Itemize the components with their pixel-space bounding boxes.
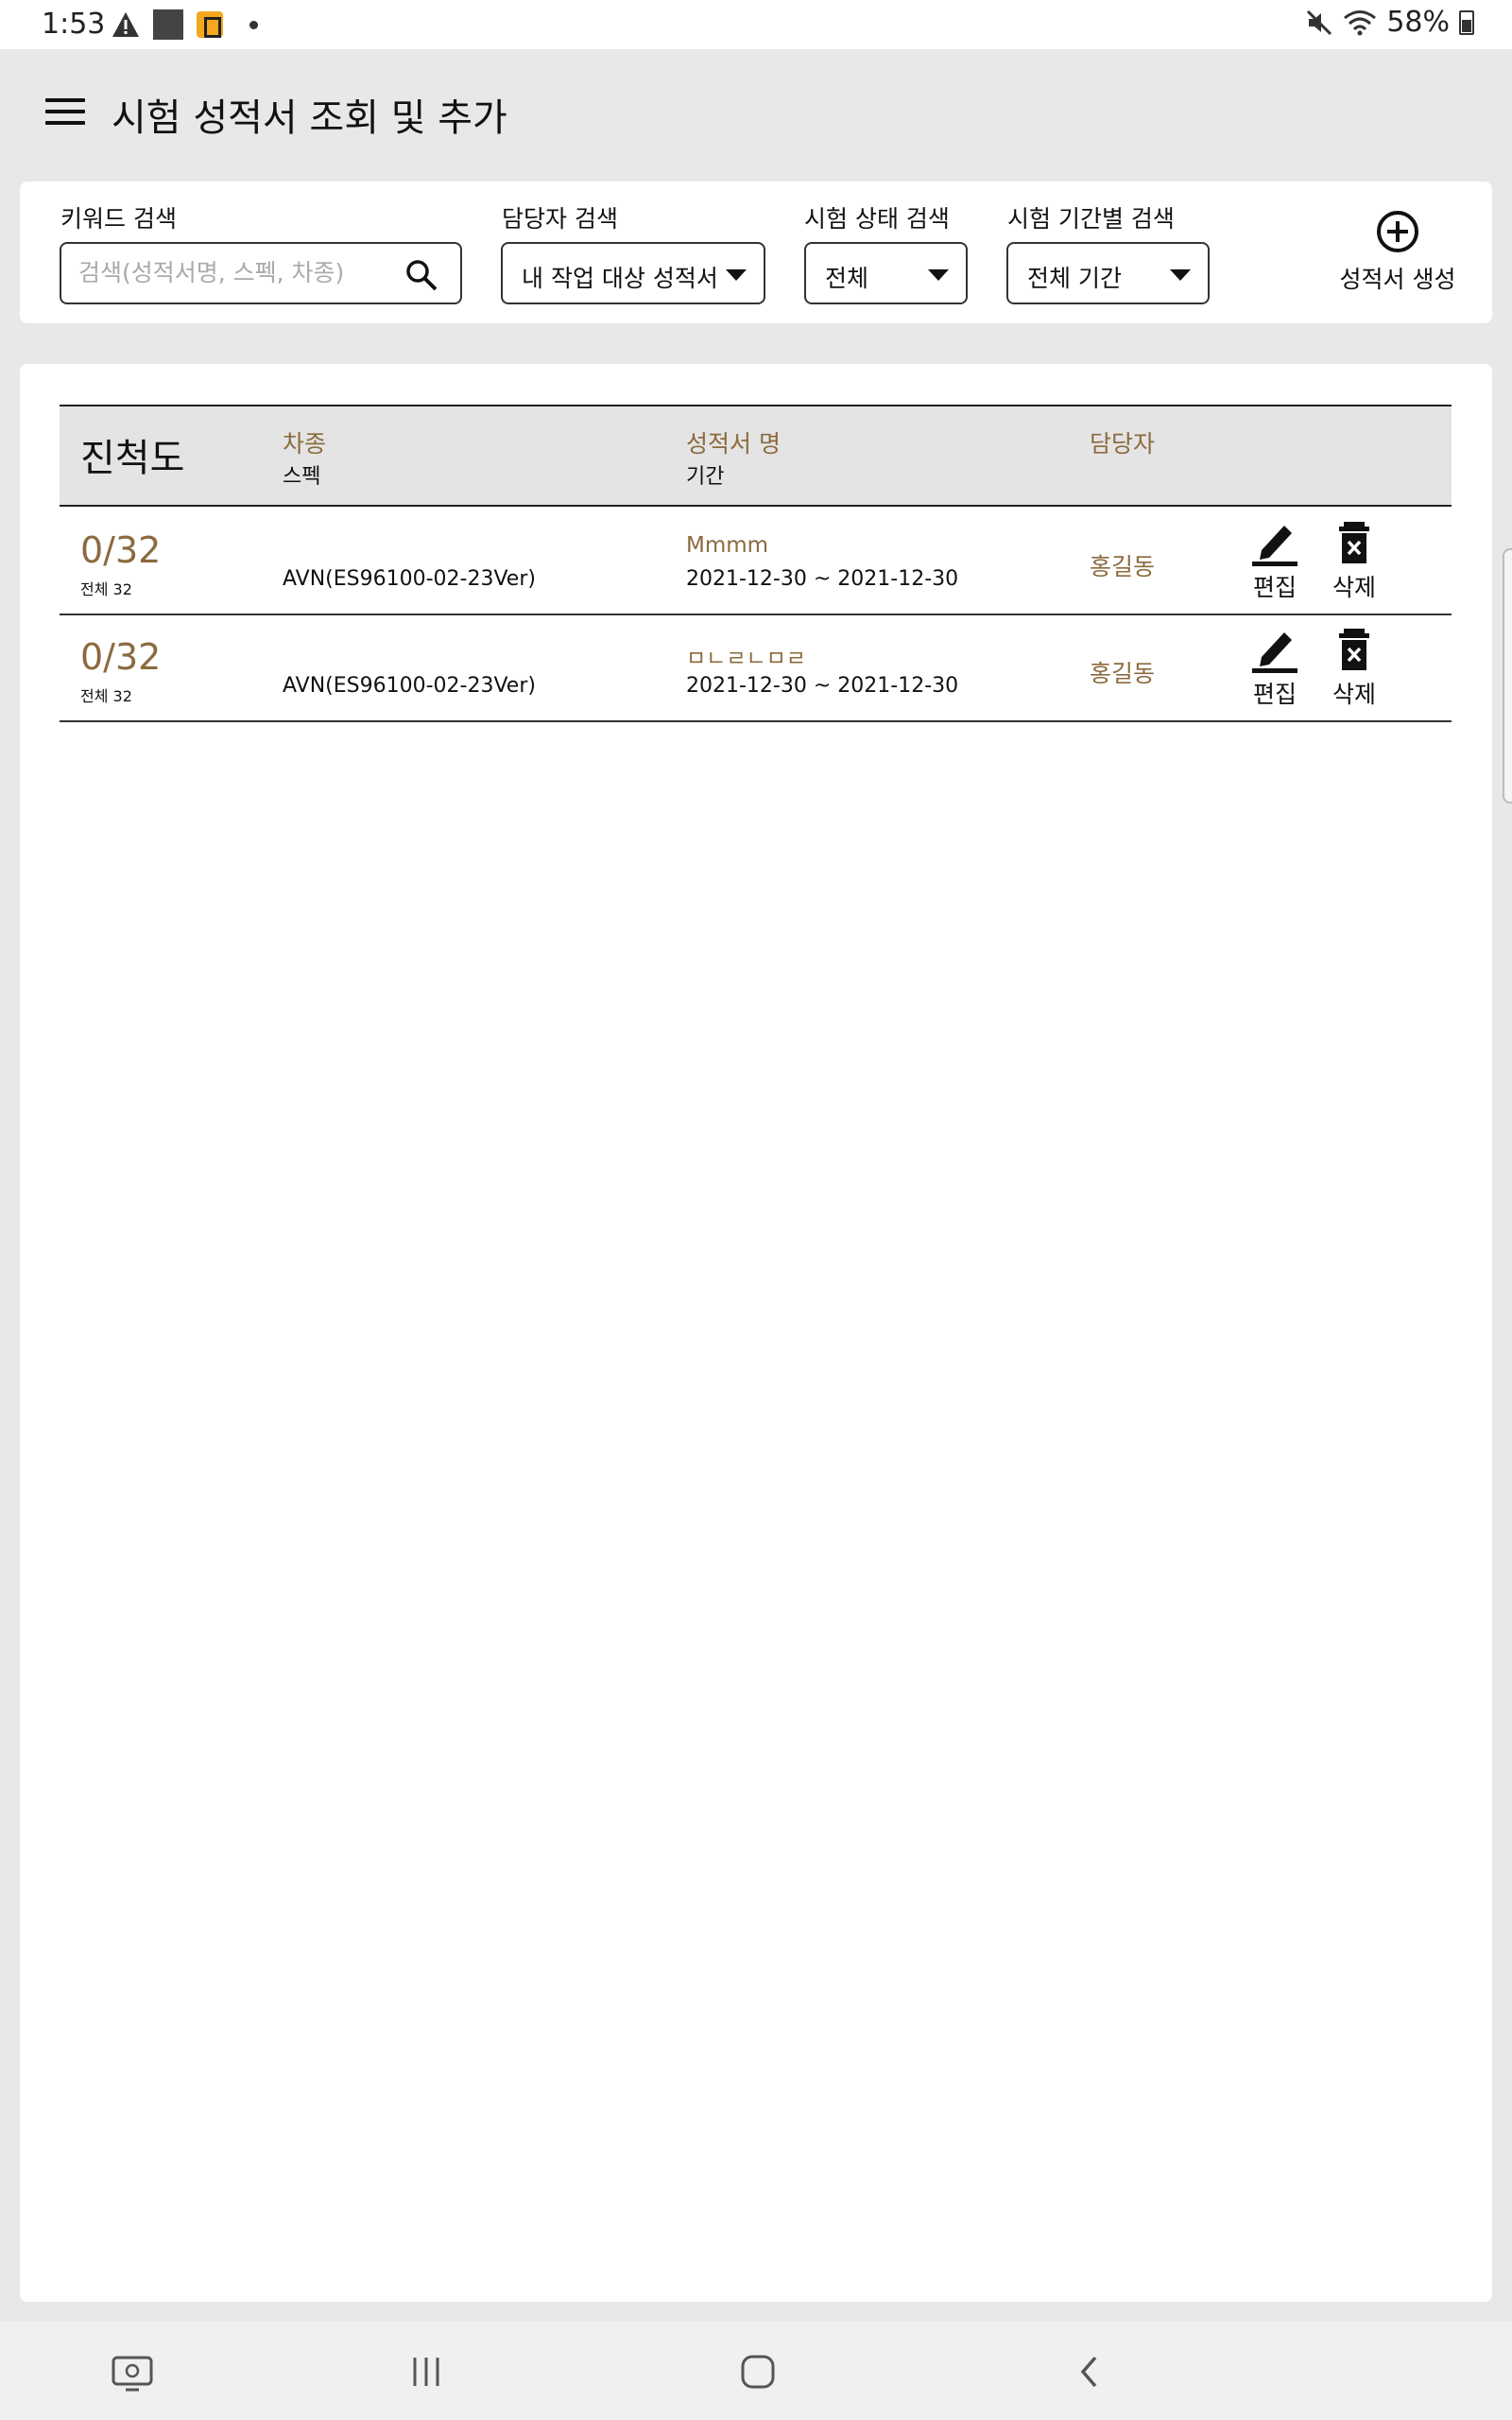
row-spec: AVN(ES96100-02-23Ver) xyxy=(283,567,536,591)
delete-label: 삭제 xyxy=(1332,681,1376,708)
system-nav-bar xyxy=(0,2322,1512,2420)
period-search-label: 시험 기간별 검색 xyxy=(1007,205,1175,233)
battery-level: 58% xyxy=(1386,6,1450,39)
row-owner: 홍길동 xyxy=(1090,553,1156,580)
delete-icon xyxy=(1339,522,1369,563)
chevron-down-icon xyxy=(928,269,949,281)
header-owner: 담당자 xyxy=(1090,430,1156,458)
status-bar: 1:53 58% xyxy=(0,0,1512,49)
status-time: 1:53 xyxy=(42,8,106,41)
recent-apps-screen-icon xyxy=(112,2356,153,2392)
back-button[interactable] xyxy=(1066,2348,1113,2395)
status-left-icons xyxy=(112,9,258,40)
warning-icon xyxy=(112,12,139,37)
edit-button[interactable]: 편집 xyxy=(1241,625,1309,710)
scroll-handle[interactable] xyxy=(1503,548,1512,804)
page-title: 시험 성적서 조회 및 추가 xyxy=(112,96,507,140)
app-square-icon xyxy=(153,9,183,40)
edit-icon xyxy=(1252,632,1297,673)
wifi-icon xyxy=(1344,9,1377,35)
row-progress: 0/32 xyxy=(80,636,162,678)
period-select[interactable]: 전체 기간 xyxy=(1006,242,1210,304)
owner-search-label: 담당자 검색 xyxy=(502,205,618,233)
keyword-search-label: 키워드 검색 xyxy=(60,205,177,233)
status-right-icons: 58% xyxy=(1305,6,1474,39)
row-progress: 0/32 xyxy=(80,529,162,571)
mute-icon xyxy=(1307,9,1332,35)
row-period: 2021-12-30 ~ 2021-12-30 xyxy=(686,567,959,591)
keyword-search-box[interactable] xyxy=(60,242,462,304)
edit-button[interactable]: 편집 xyxy=(1241,518,1309,603)
header-spec: 스펙 xyxy=(283,465,321,489)
report-table-card: 진척도 차종 스펙 성적서 명 기간 담당자 0/32 전체 32 AVN(ES… xyxy=(20,364,1492,2302)
recents-button[interactable] xyxy=(403,2348,450,2395)
create-report-label: 성적서 생성 xyxy=(1339,266,1456,293)
header-period: 기간 xyxy=(686,465,725,489)
row-report-name: Mmmm xyxy=(686,533,769,558)
table-row[interactable]: 0/32 전체 32 AVN(ES96100-02-23Ver) Mmmm 20… xyxy=(60,509,1452,615)
filter-panel: 키워드 검색 담당자 검색 내 작업 대상 성적서 시험 상태 검색 전체 시험… xyxy=(20,182,1492,323)
row-total: 전체 32 xyxy=(80,580,132,598)
row-period: 2021-12-30 ~ 2021-12-30 xyxy=(686,674,959,698)
edit-icon xyxy=(1252,526,1297,566)
period-select-value: 전체 기간 xyxy=(1027,265,1122,292)
row-total: 전체 32 xyxy=(80,687,132,705)
delete-button[interactable]: 삭제 xyxy=(1320,625,1388,710)
home-icon xyxy=(741,2355,775,2389)
home-button[interactable] xyxy=(734,2348,782,2395)
status-select[interactable]: 전체 xyxy=(804,242,968,304)
owner-select-value: 내 작업 대상 성적서 xyxy=(522,265,718,292)
keyword-search-input[interactable] xyxy=(78,259,400,286)
hamburger-menu-icon[interactable] xyxy=(45,98,85,127)
header-progress: 진척도 xyxy=(80,437,185,480)
edit-label: 편집 xyxy=(1252,681,1297,708)
header-report-name: 성적서 명 xyxy=(686,430,781,458)
delete-button[interactable]: 삭제 xyxy=(1320,518,1388,603)
chevron-down-icon xyxy=(1170,269,1191,281)
create-report-button[interactable]: 성적서 생성 xyxy=(1332,210,1464,304)
dot-icon xyxy=(249,20,258,29)
app-notification-icon xyxy=(197,11,223,38)
status-search-label: 시험 상태 검색 xyxy=(804,205,950,233)
row-spec: AVN(ES96100-02-23Ver) xyxy=(283,674,536,698)
table-header: 진척도 차종 스펙 성적서 명 기간 담당자 xyxy=(60,405,1452,507)
search-icon[interactable] xyxy=(405,259,438,291)
battery-icon xyxy=(1459,9,1474,35)
recent-apps-screen-button[interactable] xyxy=(109,2348,156,2395)
edit-label: 편집 xyxy=(1252,574,1297,601)
chevron-down-icon xyxy=(726,269,747,281)
app-bar: 시험 성적서 조회 및 추가 xyxy=(0,49,1512,182)
row-owner: 홍길동 xyxy=(1090,660,1156,687)
owner-select[interactable]: 내 작업 대상 성적서 xyxy=(501,242,765,304)
delete-icon xyxy=(1339,629,1369,670)
add-circle-icon xyxy=(1377,211,1418,252)
back-icon xyxy=(1080,2356,1097,2388)
recents-icon xyxy=(413,2358,439,2386)
status-select-value: 전체 xyxy=(825,265,869,292)
table-row[interactable]: 0/32 전체 32 AVN(ES96100-02-23Ver) ㅁㄴㄹㄴㅁㄹ … xyxy=(60,615,1452,722)
row-report-name: ㅁㄴㄹㄴㅁㄹ xyxy=(686,647,806,671)
header-vehicle: 차종 xyxy=(283,430,327,458)
delete-label: 삭제 xyxy=(1332,574,1376,601)
